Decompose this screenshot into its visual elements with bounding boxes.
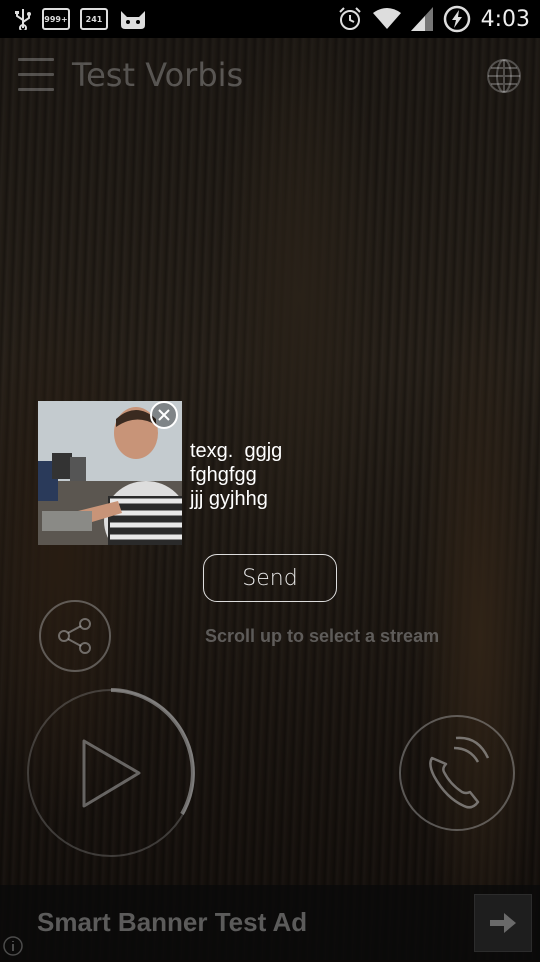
call-icon <box>399 715 515 831</box>
signal-icon <box>410 7 433 31</box>
ad-banner-arrow-button[interactable] <box>474 894 532 952</box>
ad-banner-text: Smart Banner Test Ad <box>37 907 308 937</box>
message-line: jjj gyjhhg <box>190 488 268 510</box>
arrow-right-icon <box>490 913 516 933</box>
notification-999-badge: 999+ <box>42 8 70 30</box>
notification-241-badge: 241 <box>80 8 108 30</box>
call-button[interactable] <box>398 714 516 832</box>
page-title: Test Vorbis <box>72 56 244 94</box>
share-icon <box>39 600 111 672</box>
stream-hint: Scroll up to select a stream <box>205 626 440 646</box>
status-bar: 999+ 241 4:03 <box>0 0 540 38</box>
share-button[interactable] <box>38 599 112 673</box>
message-text: texg. ggjg fghgfgg jjj gyjhhg <box>190 439 282 511</box>
ad-banner[interactable]: Smart Banner Test Ad <box>0 885 540 960</box>
play-icon <box>27 688 195 857</box>
info-icon[interactable] <box>2 935 24 957</box>
menu-icon[interactable] <box>18 58 54 92</box>
send-button[interactable]: Send <box>203 554 337 602</box>
close-button[interactable] <box>150 401 178 429</box>
alarm-icon <box>337 6 363 32</box>
message-card: texg. ggjg fghgfgg jjj gyjhhg <box>38 401 458 545</box>
clock: 4:03 <box>480 6 530 32</box>
notification-999-icon: 999+ <box>42 8 70 30</box>
message-line: fghgfgg <box>190 464 257 486</box>
wifi-icon <box>372 7 401 31</box>
play-button[interactable] <box>24 686 198 860</box>
cat-icon <box>118 7 148 31</box>
battery-charging-icon <box>443 5 471 33</box>
usb-icon <box>14 8 32 30</box>
close-icon <box>158 409 170 421</box>
app-header: Test Vorbis <box>0 38 540 110</box>
notification-241-icon: 241 <box>80 8 108 30</box>
globe-icon[interactable] <box>486 58 522 94</box>
message-line: texg. ggjg <box>190 440 283 462</box>
